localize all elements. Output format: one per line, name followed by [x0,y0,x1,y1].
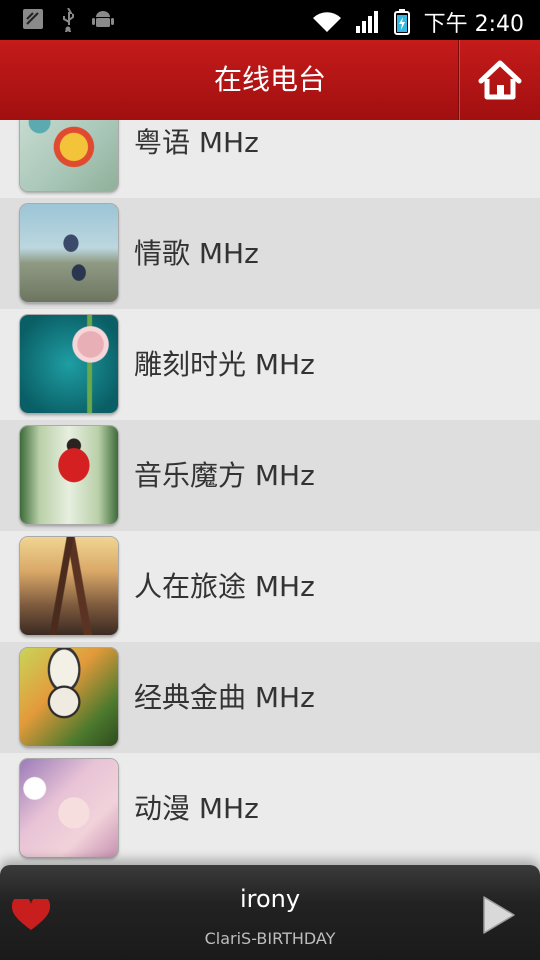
battery-icon [393,9,410,35]
station-thumbnail [20,648,118,746]
station-thumbnail [20,120,118,191]
app-header: 在线电台 [0,40,540,121]
home-icon [478,60,522,100]
station-thumbnail [20,537,118,635]
station-list: 粤语 MHz 情歌 MHz 雕刻时光 MHz 音乐魔方 MHz 人在旅途 MHz… [0,120,540,865]
station-label: 音乐魔方 MHz [134,459,315,492]
station-thumbnail [20,315,118,413]
song-artist: ClariS-BIRTHDAY [204,929,336,948]
now-playing-bar[interactable]: irony ClariS-BIRTHDAY [0,865,540,960]
play-icon[interactable] [478,893,520,937]
wifi-icon [312,12,341,33]
station-row-carved-time[interactable]: 雕刻时光 MHz [0,309,540,420]
station-label: 人在旅途 MHz [134,570,315,603]
station-label: 情歌 MHz [134,237,259,270]
station-row-on-the-road[interactable]: 人在旅途 MHz [0,531,540,642]
station-row-anime[interactable]: 动漫 MHz [0,753,540,864]
header-divider [458,40,459,120]
station-thumbnail [20,204,118,302]
station-label: 动漫 MHz [134,792,259,825]
usb-icon [63,8,74,32]
android-icon [92,11,114,27]
home-button[interactable] [460,40,540,120]
phone-signal-icon [23,9,43,29]
page-title: 在线电台 [213,63,326,96]
station-label: 雕刻时光 MHz [134,348,315,381]
status-time: 下午 2:40 [423,12,524,37]
song-title: irony [239,885,301,913]
station-thumbnail [20,426,118,524]
station-row-classic-hits[interactable]: 经典金曲 MHz [0,642,540,753]
station-label: 粤语 MHz [134,126,259,159]
status-bar: 下午 2:40 [0,0,540,40]
station-label: 经典金曲 MHz [134,681,315,714]
station-row-cantonese[interactable]: 粤语 MHz [0,120,540,198]
station-row-music-cube[interactable]: 音乐魔方 MHz [0,420,540,531]
cell-signal-icon [355,11,378,33]
station-row-love-songs[interactable]: 情歌 MHz [0,198,540,309]
station-thumbnail [20,759,118,857]
